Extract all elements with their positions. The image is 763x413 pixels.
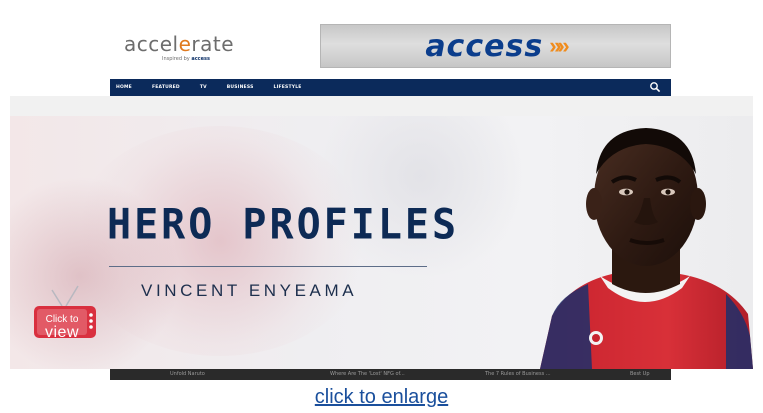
tv-label-line2: view [44,324,79,341]
logo-word-highlight: e [178,32,192,56]
main-nav: HOME FEATURED TV BUSINESS LIFESTYLE [110,79,671,96]
hero-subtitle: VINCENT ENYEAMA [141,281,358,300]
click-to-view-tv-button[interactable]: Click to view [32,280,100,341]
search-icon[interactable] [649,81,661,93]
click-to-enlarge-link[interactable]: click to enlarge [0,386,763,409]
ticker-item[interactable]: The 7 Rules of Business ... [485,371,551,377]
accelerate-logo[interactable]: accelerate Inspired by access [110,24,250,72]
hero-divider [109,266,427,267]
nav-item-home[interactable]: HOME [116,85,132,90]
ticker-item[interactable]: Where Are The 'Lost' NFG of... [330,371,405,377]
logo-wordmark: accelerate [124,32,234,56]
banner-chevrons: »» [549,33,570,58]
tv-label: Click to view [38,315,86,341]
banner-brand: access [425,28,544,64]
player-portrait-image [540,128,753,369]
header-divider-strip [10,96,753,116]
logo-word-part: rate [191,32,235,56]
ticker-item[interactable]: Best Up [630,371,650,377]
logo-tagline-text: Inspired by [162,56,190,62]
logo-word-part: accel [124,32,179,56]
news-ticker-strip: Unfold Naruto Where Are The 'Lost' NFG o… [110,369,671,380]
hero-title: HERO PROFILES [107,200,460,250]
logo-tagline-brand: access [191,56,210,62]
hero-banner[interactable]: HERO PROFILES VINCENT ENYEAMA Click to v… [10,116,753,369]
access-banner-ad[interactable]: access »» [320,24,671,68]
logo-tagline: Inspired by access [162,56,210,62]
nav-item-tv[interactable]: TV [200,85,207,90]
ticker-item[interactable]: Unfold Naruto [170,371,205,377]
nav-item-featured[interactable]: FEATURED [152,85,180,90]
nav-item-lifestyle[interactable]: LIFESTYLE [274,85,302,90]
nav-item-business[interactable]: BUSINESS [227,85,254,90]
